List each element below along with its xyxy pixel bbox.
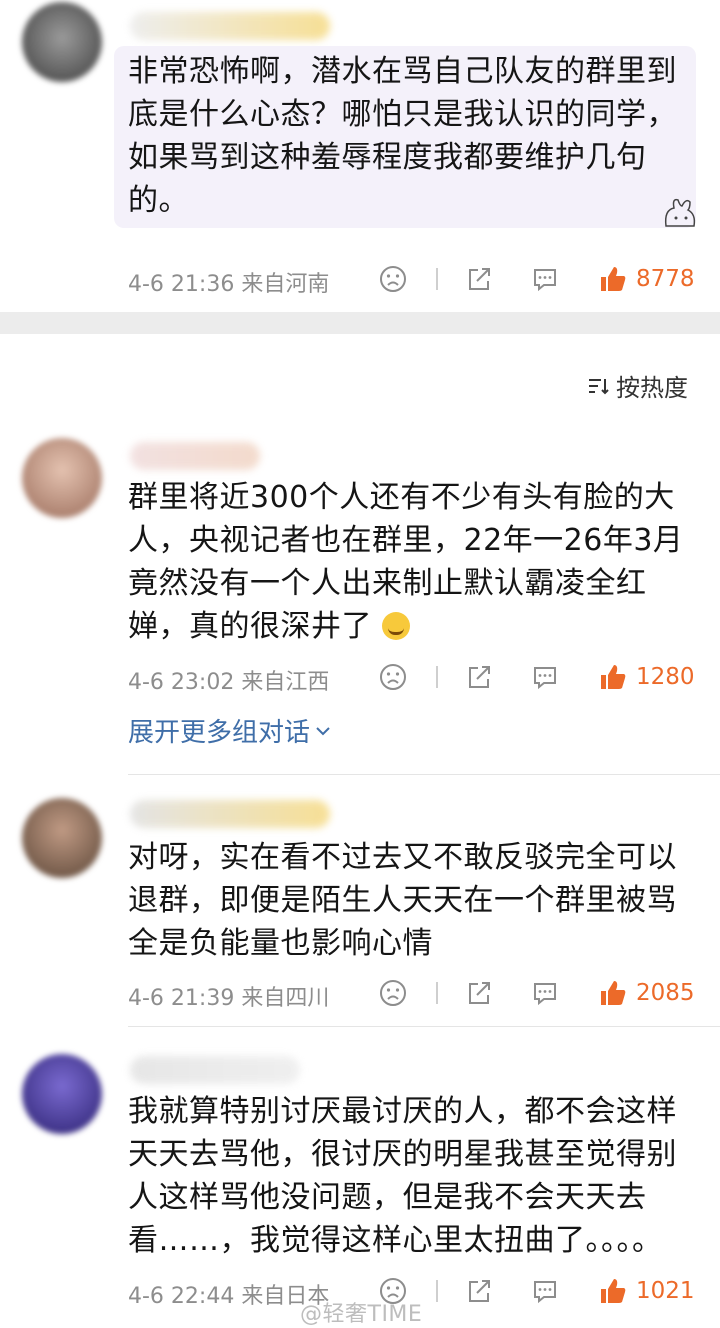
action-separator: [436, 1280, 438, 1302]
share-icon: [469, 666, 490, 688]
watermark: @轻奢TIME: [300, 1302, 423, 1327]
comment-text: 我就算特别讨厌最讨厌的人，都不会这样天天去骂他，很讨厌的明星我甚至觉得别人这样骂…: [128, 1094, 677, 1258]
expand-replies-link[interactable]: 展开更多组对话: [128, 712, 332, 749]
like-button[interactable]: 8778: [598, 262, 695, 296]
like-count: 1021: [636, 1278, 695, 1304]
comment-item: 群里将近300个人还有不少有头有脸的大人，央视记者也在群里，22年一26年3月竟…: [0, 430, 720, 770]
thumbs-up-icon: [601, 267, 626, 291]
comment-item: 对呀，实在看不过去又不敢反驳完全可以退群，即便是陌生人天天在一个群里被骂全是负能…: [0, 790, 720, 1020]
share-icon: [469, 1280, 490, 1302]
action-separator: [436, 982, 438, 1004]
avatar[interactable]: [22, 1054, 102, 1134]
username-blurred[interactable]: [130, 1056, 300, 1084]
username-blurred[interactable]: [130, 12, 330, 40]
share-button[interactable]: [462, 660, 496, 694]
expand-label: 展开更多组对话: [128, 718, 311, 748]
comment-button[interactable]: [528, 660, 562, 694]
like-button[interactable]: 1280: [598, 660, 695, 694]
thumbs-up-icon: [601, 981, 626, 1005]
share-button[interactable]: [462, 1274, 496, 1308]
comment-text: 对呀，实在看不过去又不敢反驳完全可以退群，即便是陌生人天天在一个群里被骂全是负能…: [128, 840, 677, 961]
comment-date: 4-6 23:02 来自江西: [128, 670, 330, 695]
comment-button[interactable]: [528, 262, 562, 296]
action-separator: [436, 268, 438, 290]
comment-date: 4-6 21:39 来自四川: [128, 986, 330, 1011]
thumbs-up-icon: [601, 665, 626, 689]
dislike-button[interactable]: [376, 262, 410, 296]
like-count: 8778: [636, 266, 695, 292]
like-count: 2085: [636, 980, 695, 1006]
share-button[interactable]: [462, 262, 496, 296]
sort-icon: [589, 378, 609, 394]
dislike-button[interactable]: [376, 660, 410, 694]
avatar[interactable]: [22, 2, 102, 82]
username-blurred[interactable]: [130, 442, 260, 470]
dislike-face-icon: [380, 980, 406, 1006]
comment-date: 4-6 21:36 来自河南: [128, 272, 330, 297]
comment-text: 非常恐怖啊，潜水在骂自己队友的群里到底是什么心态？哪怕只是我认识的同学，如果骂到…: [128, 54, 677, 218]
comment-meta: 4-6 23:02 来自江西 1280: [128, 660, 698, 695]
comment-meta: 4-6 21:36 来自河南 8778: [128, 262, 698, 297]
like-button[interactable]: 1021: [598, 1274, 695, 1308]
comment-icon: [534, 1281, 556, 1304]
comment-divider: [128, 1026, 720, 1027]
comment-meta: 4-6 21:39 来自四川 2085: [128, 976, 698, 1011]
avatar[interactable]: [22, 438, 102, 518]
avatar[interactable]: [22, 798, 102, 878]
like-button[interactable]: 2085: [598, 976, 695, 1010]
comment-icon: [534, 983, 556, 1006]
like-count: 1280: [636, 664, 695, 690]
comment-text: 群里将近300个人还有不少有头有脸的大人，央视记者也在群里，22年一26年3月竟…: [128, 480, 684, 644]
comment-button[interactable]: [528, 1274, 562, 1308]
share-icon: [469, 268, 490, 290]
share-button[interactable]: [462, 976, 496, 1010]
sort-label: 按热度: [616, 374, 688, 402]
comment-item: 非常恐怖啊，潜水在骂自己队友的群里到底是什么心态？哪怕只是我认识的同学，如果骂到…: [0, 0, 720, 312]
comment-button[interactable]: [528, 976, 562, 1010]
comment-item: 我就算特别讨厌最讨厌的人，都不会这样天天去骂他，很讨厌的明星我甚至觉得别人这样骂…: [0, 1046, 720, 1322]
dislike-face-icon: [380, 266, 406, 292]
action-separator: [436, 666, 438, 688]
username-blurred[interactable]: [130, 800, 330, 828]
comment-icon: [534, 667, 556, 690]
dislike-button[interactable]: [376, 976, 410, 1010]
thumbs-up-icon: [601, 1279, 626, 1303]
dislike-face-icon: [380, 664, 406, 690]
share-icon: [469, 982, 490, 1004]
section-divider: [0, 312, 720, 334]
sort-toggle[interactable]: 按热度: [586, 368, 688, 403]
chevron-down-icon: [316, 726, 330, 735]
bunny-sticker-icon: [664, 198, 696, 227]
comment-icon: [534, 269, 556, 292]
comment-divider: [128, 774, 720, 775]
sweat-smile-emoji-icon: [382, 612, 411, 640]
